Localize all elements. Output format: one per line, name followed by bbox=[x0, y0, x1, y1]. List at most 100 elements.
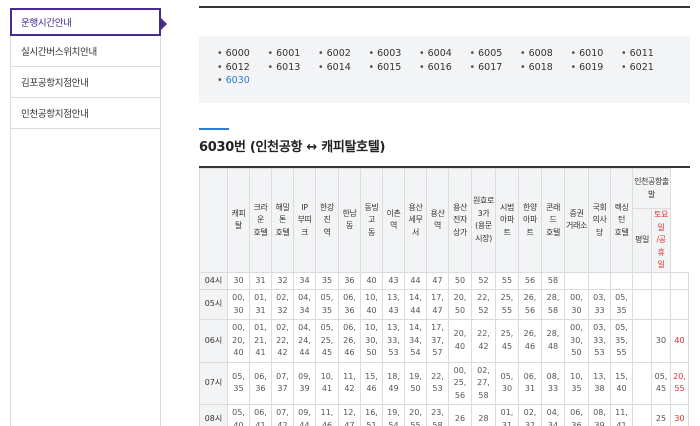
time-cell: 35 bbox=[315, 271, 339, 290]
weekday-cell: 30 bbox=[650, 319, 672, 363]
time-cell: 01, 31 bbox=[249, 289, 272, 320]
route-link-6008[interactable]: • 6008 bbox=[520, 48, 571, 61]
bullet-icon: • bbox=[570, 61, 577, 73]
route-grid: • 6000 • 6001 • 6002 • 6003 • 6004 • 6005 • 6008 • 6010… bbox=[217, 48, 690, 88]
time-cell: 17, 47 bbox=[426, 289, 449, 320]
time-cell: 05, 35 bbox=[315, 289, 339, 320]
time-cell: 03, 33, 53 bbox=[588, 319, 611, 363]
route-number: 6030 bbox=[225, 75, 250, 86]
bullet-icon: • bbox=[419, 61, 425, 73]
hour-cell: 05시 bbox=[199, 289, 228, 320]
time-cell: 25, 55 bbox=[495, 289, 519, 320]
route-link-6015[interactable]: • 6015 bbox=[369, 62, 420, 75]
route-link-6016[interactable]: • 6016 bbox=[419, 62, 470, 75]
route-link-6004[interactable]: • 6004 bbox=[419, 48, 470, 61]
time-cell: 00, 25, 56 bbox=[448, 361, 472, 405]
time-cell: 02, 32 bbox=[518, 404, 542, 426]
route-link-6002[interactable]: • 6002 bbox=[318, 48, 369, 61]
time-cell bbox=[564, 271, 589, 290]
sidebar-item-label: 김포공항지점안내 bbox=[21, 78, 89, 89]
route-link-6010[interactable]: • 6010 bbox=[571, 48, 622, 61]
time-cell: 26 bbox=[448, 404, 472, 426]
time-cell bbox=[632, 361, 652, 405]
time-cell: 00, 20, 40 bbox=[227, 319, 250, 363]
time-cell: 50 bbox=[448, 271, 472, 290]
route-link-6018[interactable]: • 6018 bbox=[520, 62, 571, 75]
header-weekday: 평일 bbox=[632, 208, 652, 273]
header-stop: 이촌역 bbox=[382, 168, 405, 273]
route-number: 6000 bbox=[225, 48, 250, 59]
time-cell: 00, 30, 50 bbox=[564, 319, 589, 363]
sidebar-item-incheon-branch[interactable]: 인천공항지점안내 bbox=[10, 98, 161, 129]
time-cell: 02, 27, 58 bbox=[471, 361, 496, 405]
table-row: 05시 00, 30 01, 31 02, 32 04, 34 05, 35 06, 36 1… bbox=[199, 289, 689, 320]
route-number: 6011 bbox=[629, 48, 654, 59]
bullet-icon: • bbox=[318, 48, 324, 59]
time-cell: 26, 46 bbox=[518, 319, 542, 363]
route-number: 6021 bbox=[629, 61, 654, 73]
time-cell: 28, 48 bbox=[541, 319, 565, 363]
time-cell: 10, 30, 50 bbox=[360, 319, 383, 363]
time-cell: 08, 39 bbox=[588, 404, 611, 426]
time-cell: 10, 40 bbox=[360, 289, 383, 320]
time-cell: 09, 44 bbox=[293, 404, 316, 426]
holiday-cell bbox=[670, 271, 689, 290]
route-link-6013[interactable]: • 6013 bbox=[268, 62, 319, 75]
time-cell: 06, 41 bbox=[249, 404, 272, 426]
table-row: 04시 30 31 32 34 35 36 40 43 44 47 50 52 55 56 58 bbox=[199, 271, 689, 290]
route-link-6017[interactable]: • 6017 bbox=[470, 62, 521, 75]
route-link-6000[interactable]: • 6000 bbox=[217, 48, 268, 61]
sidebar-item-schedule[interactable]: 운행시간안내 bbox=[10, 8, 167, 36]
bullet-icon: • bbox=[621, 48, 627, 59]
bullet-icon: • bbox=[217, 75, 223, 86]
hour-cell: 06시 bbox=[199, 319, 228, 363]
route-link-6030[interactable]: • 6030 bbox=[217, 75, 268, 88]
time-cell: 04, 34 bbox=[293, 289, 316, 320]
sidebar-item-realtime-location[interactable]: 실시간버스위치안내 bbox=[10, 36, 161, 67]
time-cell: 11, 42 bbox=[338, 361, 361, 405]
bullet-icon: • bbox=[217, 61, 223, 73]
route-link-6001[interactable]: • 6001 bbox=[268, 48, 319, 61]
time-cell: 32 bbox=[271, 271, 294, 290]
time-cell: 36 bbox=[338, 271, 361, 290]
timetable: 캐피탈 크라운 호텔 해밀톤 호텔 IP 부띠크 한강진 역 한남동 동빙고 동 이촌역 용산 … bbox=[199, 166, 690, 426]
route-link-6012[interactable]: • 6012 bbox=[217, 62, 268, 75]
route-link-6005[interactable]: • 6005 bbox=[470, 48, 521, 61]
time-cell: 52 bbox=[471, 271, 496, 290]
route-link-6011[interactable]: • 6011 bbox=[621, 48, 672, 61]
time-cell: 04, 34 bbox=[541, 404, 565, 426]
holiday-cell: 30 bbox=[670, 404, 689, 426]
time-cell: 02, 32 bbox=[271, 289, 294, 320]
header-stop: 시범 아파트 bbox=[495, 168, 519, 273]
time-cell bbox=[632, 319, 652, 363]
time-cell: 12, 47 bbox=[338, 404, 361, 426]
route-number: 6005 bbox=[478, 48, 503, 59]
route-number: 6014 bbox=[326, 61, 351, 73]
header-stop: 증권 거래소 bbox=[564, 168, 589, 273]
route-link-6021[interactable]: • 6021 bbox=[621, 62, 672, 75]
route-link-6003[interactable]: • 6003 bbox=[369, 48, 420, 61]
bullet-icon: • bbox=[267, 48, 274, 59]
time-cell: 19, 50 bbox=[404, 361, 427, 405]
route-link-6019[interactable]: • 6019 bbox=[571, 62, 622, 75]
time-cell: 07, 42 bbox=[271, 404, 294, 426]
route-number: 6010 bbox=[579, 48, 604, 59]
header-stop: 용산역 bbox=[426, 168, 449, 273]
sidebar-item-gimpo-branch[interactable]: 김포공항지점안내 bbox=[10, 67, 161, 98]
timetable-grid: 캐피탈 크라운 호텔 해밀톤 호텔 IP 부띠크 한강진 역 한남동 동빙고 동 이촌역 용산 … bbox=[199, 168, 689, 426]
bullet-icon: • bbox=[570, 48, 577, 59]
route-number: 6018 bbox=[528, 61, 553, 73]
table-row: 07시 05, 35 06, 36 07, 37 09, 39 10, 41 11, 42 1… bbox=[199, 361, 689, 405]
header-hour bbox=[199, 168, 228, 273]
route-link-6014[interactable]: • 6014 bbox=[318, 62, 369, 75]
header-stop: 한양 아파트 bbox=[518, 168, 542, 273]
header-stop: 동빙고 동 bbox=[360, 168, 383, 273]
bullet-icon: • bbox=[520, 61, 526, 73]
route-number: 6001 bbox=[276, 48, 301, 59]
time-cell: 02, 22, 42 bbox=[271, 319, 294, 363]
header-holiday: 토요일 /공휴 일 bbox=[650, 208, 672, 273]
time-cell: 22, 53 bbox=[426, 361, 449, 405]
time-cell: 20, 50 bbox=[448, 289, 472, 320]
time-cell: 10, 41 bbox=[315, 361, 339, 405]
time-cell: 30 bbox=[227, 271, 250, 290]
